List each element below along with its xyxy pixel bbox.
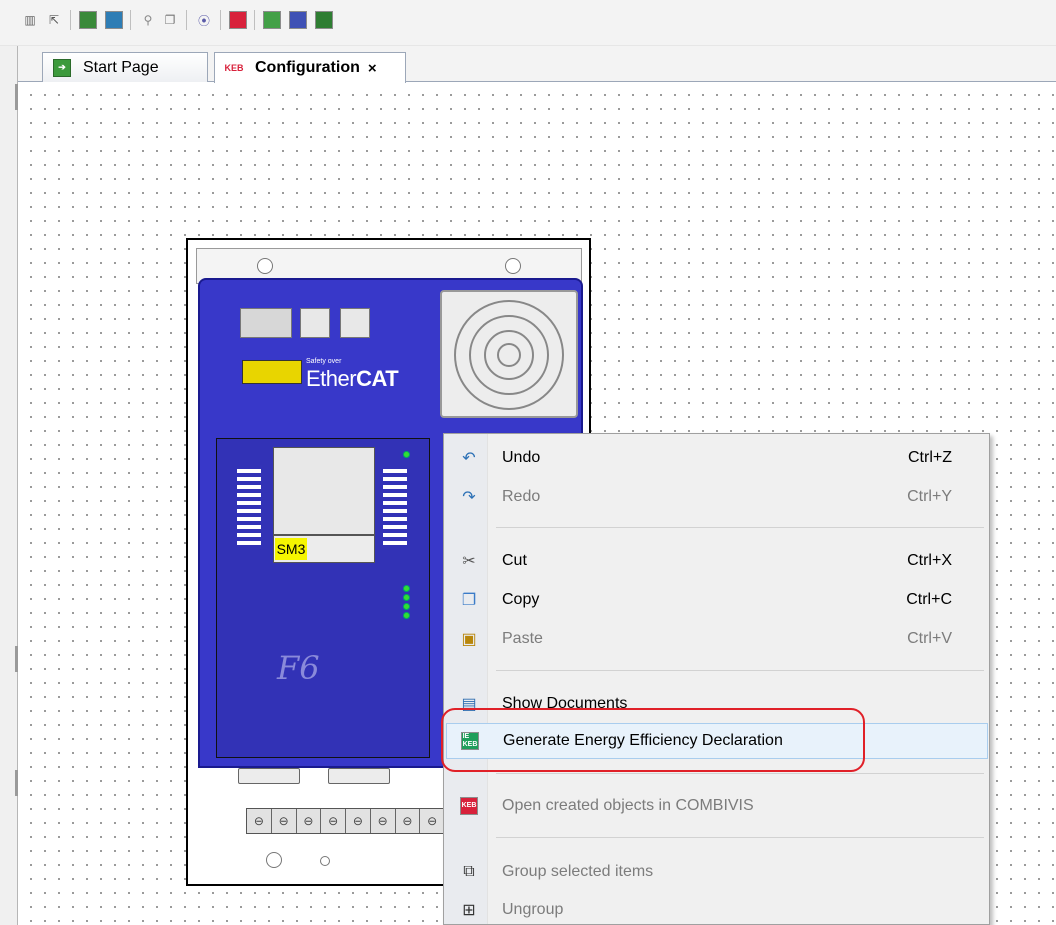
ethernet-port <box>340 308 370 338</box>
mounting-hole <box>266 852 282 868</box>
panel-marker <box>15 646 18 672</box>
ungroup-icon: ⊞ <box>462 902 476 919</box>
export-icon[interactable]: ⇱ <box>44 10 64 30</box>
copy-page-icon[interactable]: ❐ <box>160 10 180 30</box>
vent-right <box>383 469 407 549</box>
chart-icon[interactable]: ⦿ <box>194 10 214 30</box>
panel-marker <box>15 84 18 110</box>
configuration-icon: KEB <box>224 63 244 73</box>
fan-grille <box>440 290 578 418</box>
menu-separator <box>496 837 984 838</box>
menu-item-group-selected[interactable]: ⧉ Group selected items <box>446 854 988 890</box>
close-icon[interactable]: × <box>368 60 377 77</box>
ethernet-port <box>300 308 330 338</box>
left-panel-edge <box>0 46 18 925</box>
menu-item-copy[interactable]: ❐ Copy Ctrl+C <box>446 582 988 618</box>
group-icon[interactable] <box>314 10 334 30</box>
menu-item-paste[interactable]: ▣ Paste Ctrl+V <box>446 621 988 657</box>
tab-configuration[interactable]: KEB Configuration × <box>214 52 406 83</box>
fan-ring <box>497 343 521 367</box>
context-menu: ↶ Undo Ctrl+Z ↷ Redo Ctrl+Y ✂ Cut Ctrl+X… <box>443 433 990 925</box>
ethercat-logo: EtherCAT <box>306 366 399 391</box>
keb-device-icon[interactable] <box>78 10 98 30</box>
menu-item-open-in-combivis[interactable]: KEB Open created objects in COMBIVIS <box>446 788 988 824</box>
find-icon[interactable]: ⚲ <box>138 10 158 30</box>
toolbar-separator <box>220 10 221 30</box>
safety-module-slot: SM3 <box>273 535 375 563</box>
menu-separator <box>496 773 984 774</box>
menu-separator <box>496 670 984 671</box>
toolbar-separator <box>254 10 255 30</box>
mounting-hole <box>505 258 521 274</box>
mounting-hole <box>257 258 273 274</box>
status-led <box>403 451 410 458</box>
new-document-icon[interactable]: ▥ <box>20 10 40 30</box>
status-led <box>403 612 410 619</box>
tab-strip: ➔ Start Page KEB Configuration × <box>18 46 1056 83</box>
menu-item-cut[interactable]: ✂ Cut Ctrl+X <box>446 543 988 579</box>
toolbar: ▥ ⇱ ⚲ ❐ ⦿ <box>0 0 1056 46</box>
module-icon[interactable] <box>288 10 308 30</box>
tab-label: Start Page <box>83 58 159 76</box>
safety-module-label: SM3 <box>275 538 307 560</box>
start-page-icon: ➔ <box>53 58 71 77</box>
menu-item-undo[interactable]: ↶ Undo Ctrl+Z <box>446 440 988 476</box>
model-label: F6 <box>277 649 320 687</box>
toolbar-separator <box>130 10 131 30</box>
ethernet-port <box>240 308 292 338</box>
status-led <box>403 585 410 592</box>
redo-icon: ↷ <box>462 489 476 506</box>
control-module: SM3 F6 <box>216 438 430 758</box>
tab-label: Configuration <box>255 59 360 76</box>
paste-icon: ▣ <box>461 631 477 648</box>
vent-left <box>237 469 261 549</box>
tab-start-page[interactable]: ➔ Start Page <box>42 52 208 82</box>
safety-module-cover <box>273 447 375 535</box>
safety-text: Safety over <box>306 358 342 365</box>
status-led <box>403 594 410 601</box>
keb-config-icon[interactable] <box>228 10 248 30</box>
mounting-hole <box>320 856 330 866</box>
keb-device-add-icon[interactable] <box>104 10 124 30</box>
menu-item-redo[interactable]: ↷ Redo Ctrl+Y <box>446 479 988 515</box>
dsub-connector <box>238 768 300 784</box>
cut-icon: ✂ <box>462 553 476 570</box>
yellow-connector <box>242 360 302 384</box>
network-icon[interactable] <box>262 10 282 30</box>
undo-icon: ↶ <box>462 450 476 467</box>
menu-separator <box>496 527 984 528</box>
menu-item-ungroup[interactable]: ⊞ Ungroup <box>446 892 988 925</box>
open-combivis-icon: KEB <box>458 795 480 817</box>
toolbar-separator <box>70 10 71 30</box>
group-icon: ⧉ <box>463 863 475 880</box>
status-led <box>403 603 410 610</box>
terminal-block: ⊖ ⊖ ⊖ ⊖ ⊖ ⊖ ⊖ ⊖ <box>246 808 446 834</box>
panel-marker <box>15 770 18 796</box>
highlight-ring <box>441 708 865 772</box>
dsub-connector <box>328 768 390 784</box>
toolbar-separator <box>186 10 187 30</box>
copy-icon: ❐ <box>461 592 477 609</box>
